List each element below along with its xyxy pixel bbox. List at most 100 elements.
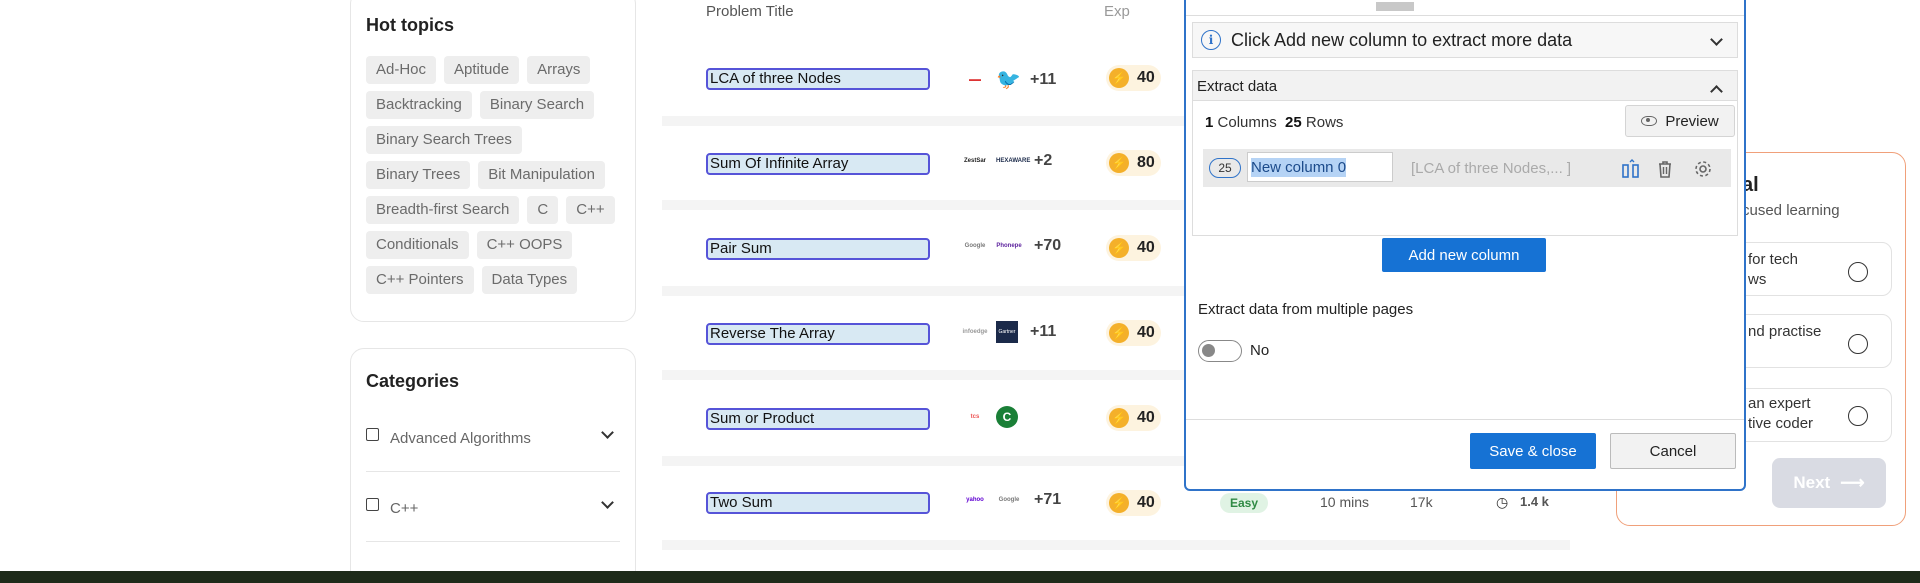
extract-counts: 1 Columns 25 Rows bbox=[1205, 114, 1343, 131]
bolt-icon: ⚡ bbox=[1109, 493, 1129, 513]
option-label: an expert tive coder bbox=[1748, 395, 1814, 432]
extract-section-title: Extract data bbox=[1197, 78, 1278, 95]
problem-title-link[interactable]: Reverse The Array bbox=[706, 323, 930, 345]
more-companies-count: +11 bbox=[1030, 70, 1057, 88]
rows-count: 25 bbox=[1285, 114, 1302, 131]
hot-topics-title: Hot topics bbox=[366, 15, 454, 35]
twitter-logo-icon: 🐦 bbox=[996, 69, 1021, 91]
rows-label: Rows bbox=[1305, 114, 1344, 131]
chevron-down-icon[interactable] bbox=[1710, 33, 1723, 46]
hot-topics-card: Hot topics Ad-Hoc Aptitude Arrays Backtr… bbox=[350, 0, 636, 322]
column-name-input[interactable]: New column 0 bbox=[1247, 152, 1393, 182]
likes-count: 1.4 k bbox=[1520, 494, 1549, 509]
company-logo: C bbox=[996, 406, 1018, 428]
info-bar[interactable]: i Click Add new column to extract more d… bbox=[1192, 22, 1738, 58]
next-label: Next bbox=[1793, 473, 1831, 492]
topic-chip[interactable]: C++ bbox=[566, 196, 615, 224]
topic-chip[interactable]: Binary Search bbox=[479, 91, 595, 119]
category-row[interactable]: Advanced Algorithms bbox=[366, 402, 620, 472]
multi-pages-value: No bbox=[1250, 342, 1270, 359]
preview-button[interactable]: Preview bbox=[1625, 105, 1735, 137]
multi-pages-toggle[interactable] bbox=[1198, 340, 1242, 362]
select-element-icon[interactable] bbox=[1621, 159, 1641, 179]
page: Hot topics Ad-Hoc Aptitude Arrays Backtr… bbox=[0, 0, 1920, 583]
category-row[interactable]: C++ bbox=[366, 472, 620, 542]
columns-count: 1 bbox=[1205, 114, 1214, 131]
topic-chip[interactable]: C bbox=[527, 196, 559, 224]
company-logos: tcs C bbox=[962, 406, 1018, 428]
more-companies-count: +70 bbox=[1034, 237, 1062, 254]
topbar-handle[interactable] bbox=[1376, 2, 1414, 11]
problem-title-link[interactable]: Two Sum bbox=[706, 492, 930, 514]
page-footer bbox=[0, 571, 1920, 583]
problem-title-link[interactable]: Pair Sum bbox=[706, 238, 930, 260]
column-row: 25 New column 0 [LCA of three Nodes,... … bbox=[1203, 149, 1731, 187]
difficulty-badge: Easy bbox=[1220, 493, 1269, 513]
company-logos: yahoo Google +71 bbox=[962, 491, 1061, 509]
row-divider bbox=[662, 540, 1570, 550]
chevron-up-icon[interactable] bbox=[1710, 85, 1723, 98]
problem-title-link[interactable]: Sum Of Infinite Array bbox=[706, 153, 930, 175]
cancel-button[interactable]: Cancel bbox=[1610, 433, 1736, 469]
add-new-column-button[interactable]: Add new column bbox=[1382, 238, 1546, 272]
topic-chip[interactable]: C++ Pointers bbox=[366, 266, 474, 294]
topic-chip[interactable]: Binary Search Trees bbox=[366, 126, 522, 154]
option-radio[interactable] bbox=[1848, 262, 1868, 282]
exp-value: 40 bbox=[1137, 494, 1155, 511]
company-logo: ▬▬ bbox=[969, 76, 981, 83]
problem-title-link[interactable]: Sum or Product bbox=[706, 408, 930, 430]
column-name-value: New column 0 bbox=[1251, 157, 1347, 177]
onboarding-subtitle: cused learning bbox=[1742, 202, 1840, 219]
company-logo: HEXAWARE bbox=[996, 158, 1031, 164]
company-logo: Google bbox=[998, 497, 1020, 503]
chevron-down-icon[interactable] bbox=[601, 426, 614, 439]
column-header-exp: Exp bbox=[1104, 3, 1130, 20]
multi-pages-label: Extract data from multiple pages bbox=[1198, 301, 1414, 318]
info-icon: i bbox=[1201, 30, 1221, 50]
option-label: nd practise bbox=[1748, 323, 1822, 340]
exp-badge: ⚡ 40 bbox=[1106, 490, 1161, 516]
extract-panel: i Click Add new column to extract more d… bbox=[1184, 0, 1746, 491]
column-preview: [LCA of three Nodes,... ] bbox=[1411, 160, 1572, 177]
topic-chip[interactable]: Arrays bbox=[527, 56, 591, 84]
company-logo: yahoo bbox=[966, 497, 984, 503]
option-radio[interactable] bbox=[1848, 406, 1868, 426]
option-radio[interactable] bbox=[1848, 334, 1868, 354]
more-companies-count: +2 bbox=[1034, 152, 1053, 169]
topic-chip[interactable]: Bit Manipulation bbox=[478, 161, 605, 189]
gear-icon[interactable] bbox=[1693, 159, 1713, 179]
topic-chip[interactable]: Aptitude bbox=[444, 56, 520, 84]
option-label: for tech ws bbox=[1748, 251, 1799, 288]
exp-badge: ⚡ 40 bbox=[1106, 320, 1161, 346]
likes-icon: ◷ bbox=[1496, 494, 1509, 510]
extract-section-header[interactable]: Extract data bbox=[1192, 70, 1738, 100]
exp-badge: ⚡ 40 bbox=[1106, 235, 1161, 261]
chevron-down-icon[interactable] bbox=[601, 496, 614, 509]
topic-chip[interactable]: Backtracking bbox=[366, 91, 472, 119]
category-label: C++ bbox=[390, 500, 419, 517]
category-checkbox[interactable] bbox=[366, 498, 379, 511]
category-label: Advanced Algorithms bbox=[390, 430, 531, 447]
topic-chip[interactable]: Binary Trees bbox=[366, 161, 471, 189]
next-button[interactable]: Next ⟶ bbox=[1772, 458, 1886, 508]
category-checkbox[interactable] bbox=[366, 428, 379, 441]
topic-chip[interactable]: Conditionals bbox=[366, 231, 469, 259]
company-logos: ZestSar HEXAWARE +2 bbox=[962, 152, 1052, 170]
topic-chip[interactable]: Ad-Hoc bbox=[366, 56, 437, 84]
exp-value: 40 bbox=[1137, 324, 1155, 341]
exp-value: 40 bbox=[1137, 69, 1155, 86]
topic-chip[interactable]: C++ OOPS bbox=[476, 231, 573, 259]
problem-title-link[interactable]: LCA of three Nodes bbox=[706, 68, 930, 90]
trash-icon[interactable] bbox=[1655, 159, 1675, 179]
more-companies-count: +11 bbox=[1030, 323, 1057, 340]
company-logo: tcs bbox=[970, 414, 980, 420]
save-close-button[interactable]: Save & close bbox=[1470, 433, 1596, 469]
exp-badge: ⚡ 40 bbox=[1106, 405, 1161, 431]
topic-chip[interactable]: Breadth-first Search bbox=[366, 196, 520, 224]
solved-count: 17k bbox=[1410, 494, 1433, 510]
topic-chip[interactable]: Data Types bbox=[481, 266, 578, 294]
hot-topics-chips: Ad-Hoc Aptitude Arrays Backtracking Bina… bbox=[366, 56, 628, 294]
company-logos: Google Phonepe +70 bbox=[962, 237, 1061, 255]
column-count-badge: 25 bbox=[1209, 158, 1241, 178]
eye-icon bbox=[1641, 116, 1658, 126]
